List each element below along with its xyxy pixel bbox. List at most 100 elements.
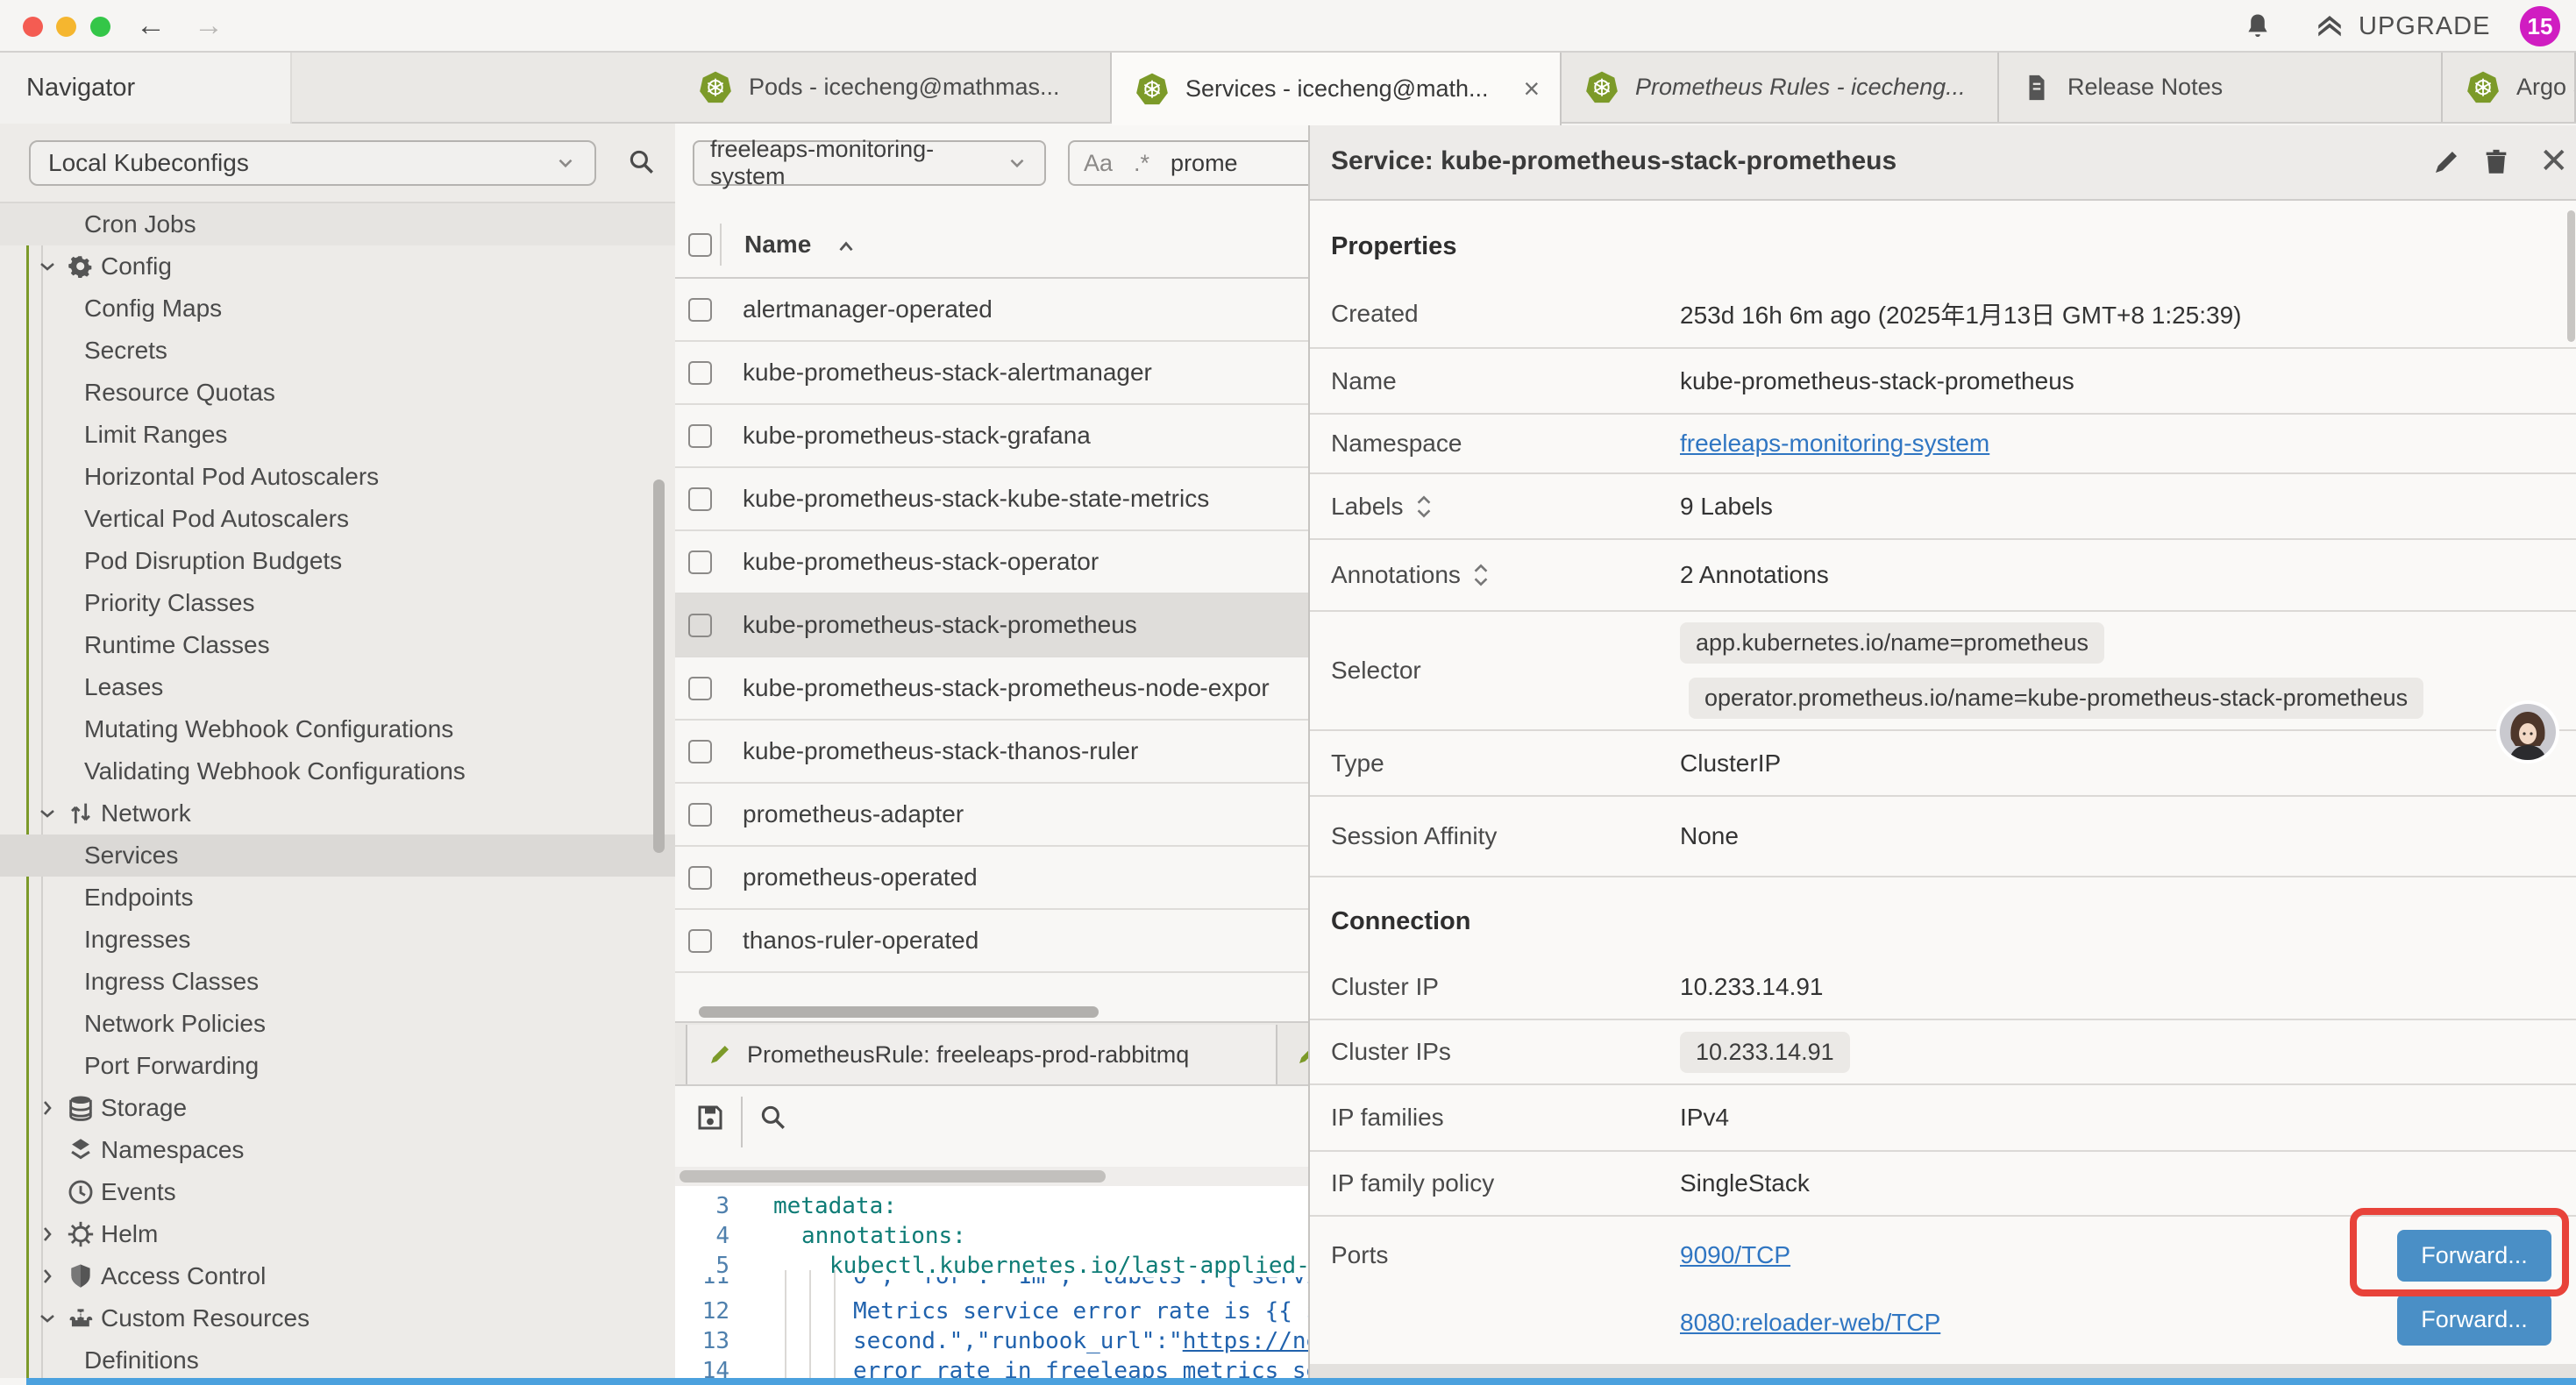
- editor-scrollbar-thumb[interactable]: [680, 1170, 1106, 1183]
- sidebar-item-priority-classes[interactable]: Priority Classes: [0, 582, 675, 624]
- tab-5[interactable]: Argo Se: [2443, 53, 2576, 122]
- user-avatar[interactable]: [2496, 700, 2559, 764]
- editor-line[interactable]: 3metadata:: [675, 1193, 1308, 1223]
- tab-1[interactable]: Pods - icecheng@mathmas...: [675, 53, 1112, 122]
- row-checkbox[interactable]: [688, 677, 712, 700]
- table-row[interactable]: kube-prometheus-stack-alertmanager: [675, 342, 1308, 405]
- editor-tab-prometheusrule[interactable]: PrometheusRule: freeleaps-prod-rabbitmq: [686, 1025, 1277, 1084]
- traffic-light-close[interactable]: [23, 17, 43, 37]
- table-row[interactable]: prometheus-adapter: [675, 784, 1308, 847]
- traffic-light-zoom[interactable]: [90, 17, 110, 37]
- row-checkbox[interactable]: [688, 740, 712, 764]
- row-checkbox[interactable]: [688, 866, 712, 890]
- sidebar-item-validating-webhook-configurations[interactable]: Validating Webhook Configurations: [0, 750, 675, 792]
- row-checkbox[interactable]: [688, 803, 712, 827]
- sidebar-item-vertical-pod-autoscalers[interactable]: Vertical Pod Autoscalers: [0, 498, 675, 540]
- forward-arrow-icon[interactable]: →: [189, 9, 228, 43]
- editor-line[interactable]: 4annotations:: [675, 1223, 1308, 1253]
- sidebar-scrollbar-thumb[interactable]: [653, 479, 665, 853]
- sidebar-item-secrets[interactable]: Secrets: [0, 330, 675, 372]
- sidebar-search-icon[interactable]: [626, 146, 656, 176]
- sidebar-item-resource-quotas[interactable]: Resource Quotas: [0, 372, 675, 414]
- yaml-editor[interactable]: 3metadata:4annotations:5kubectl.kubernet…: [675, 1186, 1308, 1378]
- sidebar-item-config[interactable]: Config: [0, 245, 675, 288]
- row-checkbox[interactable]: [688, 550, 712, 574]
- sidebar-item-mutating-webhook-configurations[interactable]: Mutating Webhook Configurations: [0, 708, 675, 750]
- editor-line[interactable]: 13second.","runbook_url":"https://net: [675, 1328, 1308, 1358]
- close-icon[interactable]: ✕: [2539, 141, 2569, 181]
- sidebar-item-cron-jobs[interactable]: Cron Jobs: [0, 203, 675, 245]
- chevron-down-icon[interactable]: [37, 256, 63, 277]
- navigator-panel-tab[interactable]: Navigator: [0, 53, 292, 124]
- save-icon[interactable]: [694, 1102, 726, 1133]
- namespace-filter-select[interactable]: freeleaps-monitoring-system: [693, 140, 1046, 186]
- tab-3[interactable]: Prometheus Rules - icecheng...: [1562, 53, 1999, 122]
- kubeconfig-select[interactable]: Local Kubeconfigs: [29, 140, 596, 186]
- chevron-right-icon[interactable]: [37, 1266, 63, 1287]
- editor-line[interactable]: 14error rate in freeleaps metrics ser: [675, 1358, 1308, 1378]
- editor-line[interactable]: 110", "for": "1m", "labels": {"service":: [675, 1277, 1308, 1292]
- sidebar-item-ingresses[interactable]: Ingresses: [0, 919, 675, 961]
- chevron-down-icon[interactable]: [37, 803, 63, 824]
- sidebar-item-helm[interactable]: Helm: [0, 1213, 675, 1255]
- sidebar-item-limit-ranges[interactable]: Limit Ranges: [0, 414, 675, 456]
- sidebar-item-services[interactable]: Services: [0, 835, 675, 877]
- row-checkbox[interactable]: [688, 298, 712, 322]
- tab-2[interactable]: Services - icecheng@math...×: [1112, 53, 1562, 125]
- sidebar-item-horizontal-pod-autoscalers[interactable]: Horizontal Pod Autoscalers: [0, 456, 675, 498]
- row-checkbox[interactable]: [688, 929, 712, 953]
- edit-pencil-icon[interactable]: [2430, 146, 2462, 178]
- table-row[interactable]: kube-prometheus-stack-grafana: [675, 405, 1308, 468]
- table-row[interactable]: thanos-ruler-operated: [675, 910, 1308, 973]
- table-row[interactable]: kube-prometheus-stack-thanos-ruler: [675, 721, 1308, 784]
- sidebar-item-endpoints[interactable]: Endpoints: [0, 877, 675, 919]
- table-row[interactable]: kube-prometheus-stack-kube-state-metrics: [675, 468, 1308, 531]
- sort-ascending-icon[interactable]: [835, 236, 857, 259]
- port-link[interactable]: 9090/TCP: [1680, 1241, 1940, 1269]
- detail-scrollbar-thumb[interactable]: [2567, 210, 2575, 342]
- chevron-right-icon[interactable]: [37, 1224, 63, 1245]
- match-case-toggle[interactable]: Aa: [1084, 150, 1113, 177]
- list-search-input[interactable]: Aa .* prome: [1068, 140, 1308, 186]
- sidebar-item-runtime-classes[interactable]: Runtime Classes: [0, 624, 675, 666]
- table-row[interactable]: kube-prometheus-stack-operator: [675, 531, 1308, 594]
- table-row[interactable]: alertmanager-operated: [675, 279, 1308, 342]
- namespace-link[interactable]: freeleaps-monitoring-system: [1680, 430, 1989, 457]
- detail-value[interactable]: 9090/TCP 8080:reloader-web/TCP: [1680, 1217, 1940, 1337]
- back-arrow-icon[interactable]: ←: [132, 9, 170, 43]
- expand-collapse-icon[interactable]: [1471, 562, 1491, 588]
- row-checkbox[interactable]: [688, 614, 712, 637]
- forward-port-8080-button[interactable]: Forward...: [2397, 1294, 2551, 1346]
- sidebar-item-pod-disruption-budgets[interactable]: Pod Disruption Budgets: [0, 540, 675, 582]
- tab-close-icon[interactable]: ×: [1524, 73, 1541, 105]
- row-checkbox[interactable]: [688, 424, 712, 448]
- chevron-right-icon[interactable]: [37, 1097, 63, 1119]
- chevron-down-icon[interactable]: [37, 1308, 63, 1329]
- tab-4[interactable]: Release Notes: [1999, 53, 2443, 122]
- notifications-bell-icon[interactable]: [2243, 11, 2273, 41]
- table-row[interactable]: prometheus-operated: [675, 847, 1308, 910]
- notification-count-badge[interactable]: 15: [2520, 6, 2560, 46]
- traffic-light-minimize[interactable]: [56, 17, 76, 37]
- regex-toggle[interactable]: .*: [1134, 150, 1149, 177]
- editor-line[interactable]: 12Metrics service error rate is {{ $va: [675, 1298, 1308, 1328]
- detail-value[interactable]: freeleaps-monitoring-system: [1680, 430, 1989, 458]
- delete-trash-icon[interactable]: [2481, 146, 2511, 178]
- expand-collapse-icon[interactable]: [1414, 494, 1434, 520]
- select-all-checkbox[interactable]: [688, 233, 712, 257]
- port-link[interactable]: 8080:reloader-web/TCP: [1680, 1309, 1940, 1337]
- sidebar-item-config-maps[interactable]: Config Maps: [0, 288, 675, 330]
- upgrade-button[interactable]: UPGRADE: [2313, 11, 2490, 41]
- table-row[interactable]: kube-prometheus-stack-prometheus-node-ex…: [675, 657, 1308, 721]
- sidebar-item-definitions[interactable]: Definitions: [0, 1339, 675, 1378]
- table-horizontal-scrollbar-thumb[interactable]: [699, 1006, 1099, 1018]
- sidebar-item-leases[interactable]: Leases: [0, 666, 675, 708]
- sidebar-item-network-policies[interactable]: Network Policies: [0, 1003, 675, 1045]
- row-checkbox[interactable]: [688, 487, 712, 511]
- editor-search-icon[interactable]: [758, 1102, 787, 1132]
- sidebar-item-port-forwarding[interactable]: Port Forwarding: [0, 1045, 675, 1087]
- sidebar-item-events[interactable]: Events: [0, 1171, 675, 1213]
- table-row[interactable]: kube-prometheus-stack-prometheus: [675, 594, 1308, 657]
- sidebar-item-storage[interactable]: Storage: [0, 1087, 675, 1129]
- editor-tab-next-clipped[interactable]: [1279, 1025, 1308, 1084]
